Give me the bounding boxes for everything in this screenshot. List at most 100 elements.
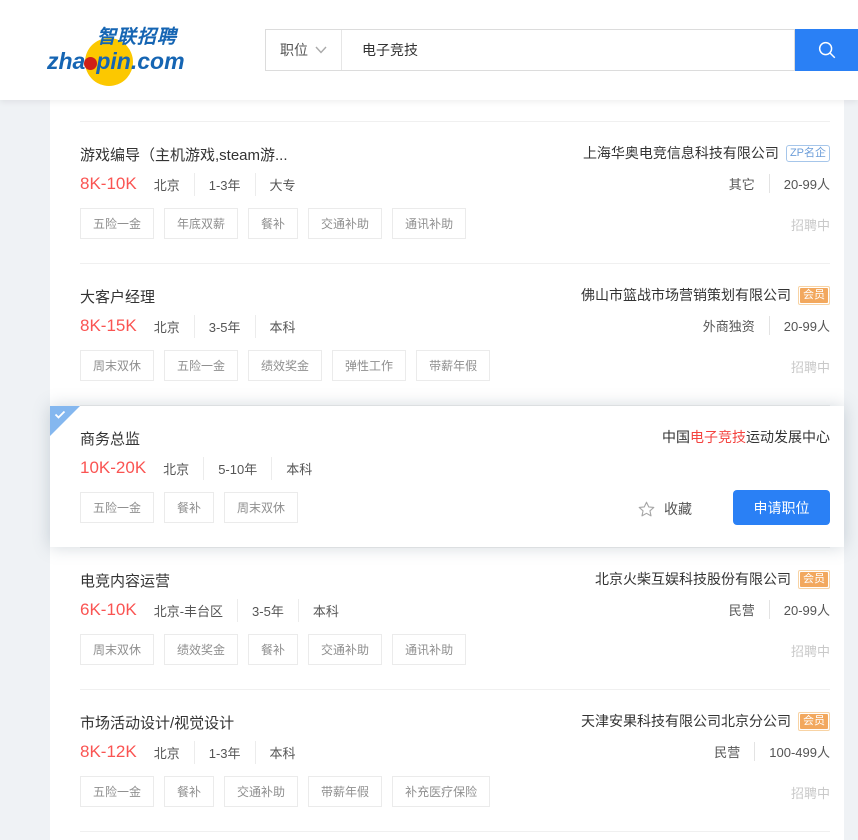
- logo-en-prefix: zha: [47, 48, 85, 74]
- apply-button[interactable]: 申请职位: [733, 490, 830, 525]
- company-type: 民营: [729, 600, 770, 619]
- salary: 10K-20K: [80, 458, 146, 478]
- logo-en-text: zha pin.com: [47, 48, 185, 75]
- benefit-tag: 通讯补助: [392, 208, 466, 239]
- job-city: 北京-丰台区: [154, 599, 237, 622]
- vip-member-badge: 会员: [798, 286, 830, 305]
- benefit-tag: 交通补助: [308, 634, 382, 665]
- site-header: 智联招聘 zha pin.com 职位: [0, 0, 858, 100]
- zp-famous-badge: ZP名企: [786, 145, 830, 162]
- job-education: 本科: [255, 741, 310, 764]
- recruiting-status: 招聘中: [791, 215, 830, 234]
- benefit-tag: 五险一金: [80, 492, 154, 523]
- benefit-tag: 绩效奖金: [248, 350, 322, 381]
- company-name[interactable]: 北京火柴互娱科技股份有限公司: [595, 569, 791, 589]
- search-button[interactable]: [795, 29, 858, 71]
- vip-member-badge: 会员: [798, 712, 830, 731]
- job-education: 本科: [271, 457, 326, 480]
- job-city: 北京: [154, 315, 194, 338]
- company-name[interactable]: 佛山市篮战市场营销策划有限公司: [581, 285, 791, 305]
- benefit-tag: 周末双休: [224, 492, 298, 523]
- salary: 8K-10K: [80, 174, 137, 194]
- zhaopin-logo[interactable]: 智联招聘 zha pin.com: [45, 16, 193, 86]
- favorite-button[interactable]: 收藏: [637, 499, 692, 519]
- benefit-tag: 绩效奖金: [164, 634, 238, 665]
- job-city: 北京: [154, 741, 194, 764]
- company-name[interactable]: 中国电子竞技运动发展中心: [662, 427, 830, 447]
- benefit-tag: 五险一金: [80, 208, 154, 239]
- salary: 8K-12K: [80, 742, 137, 762]
- benefit-tag: 带薪年假: [308, 776, 382, 807]
- company-size: 20-99人: [770, 600, 830, 619]
- job-results-panel: 游戏编导（主机游戏,steam游... 上海华奥电竞信息科技有限公司 ZP名企 …: [50, 100, 844, 840]
- benefit-tag: 餐补: [164, 492, 214, 523]
- benefit-tag: 五险一金: [164, 350, 238, 381]
- corner-check-icon: [54, 410, 66, 420]
- benefit-tag: 通讯补助: [392, 634, 466, 665]
- salary: 8K-15K: [80, 316, 137, 336]
- company-name-highlight: 电子竞技: [690, 429, 746, 445]
- logo-cn-text: 智联招聘: [97, 22, 177, 49]
- job-experience: 3-5年: [237, 599, 298, 622]
- job-title[interactable]: 大客户经理: [80, 286, 155, 307]
- benefit-tag: 补充医疗保险: [392, 776, 490, 807]
- company-size: 100-499人: [755, 742, 830, 761]
- job-education: 本科: [255, 315, 310, 338]
- benefit-tag: 周末双休: [80, 350, 154, 381]
- search-input[interactable]: [342, 30, 794, 70]
- benefit-tag: 年底双薪: [164, 208, 238, 239]
- job-card[interactable]: 大客户经理 佛山市篮战市场营销策划有限公司 会员 8K-15K 北京 3-5年 …: [50, 264, 844, 405]
- search-icon: [816, 39, 838, 61]
- benefit-tag: 餐补: [248, 208, 298, 239]
- chevron-down-icon: [315, 46, 327, 54]
- benefit-tag: 餐补: [248, 634, 298, 665]
- benefit-tag: 餐补: [164, 776, 214, 807]
- company-type: 外商独资: [703, 316, 770, 335]
- job-education: 大专: [255, 173, 310, 196]
- company-type: 其它: [729, 174, 770, 193]
- job-card[interactable]: 游戏编导（主机游戏,steam游... 上海华奥电竞信息科技有限公司 ZP名企 …: [50, 122, 844, 263]
- search-category-dropdown[interactable]: 职位: [266, 30, 342, 70]
- job-title[interactable]: 电竞内容运营: [80, 570, 170, 591]
- vip-member-badge-label: 会员: [800, 288, 828, 303]
- logo-en-suffix: pin.com: [96, 48, 184, 74]
- benefit-tag: 带薪年假: [416, 350, 490, 381]
- job-card[interactable]: 电竞内容运营 北京火柴互娱科技股份有限公司 会员 6K-10K 北京-丰台区 3…: [50, 548, 844, 689]
- search-category-label: 职位: [280, 40, 308, 60]
- star-icon: [637, 500, 656, 519]
- company-name-suffix: 运动发展中心: [746, 429, 830, 445]
- job-title[interactable]: 商务总监: [80, 428, 140, 449]
- favorite-label: 收藏: [664, 499, 692, 519]
- vip-member-badge-label: 会员: [800, 714, 828, 729]
- recruiting-status: 招聘中: [791, 641, 830, 660]
- benefit-tag: 周末双休: [80, 634, 154, 665]
- benefit-tag: 弹性工作: [332, 350, 406, 381]
- job-experience: 1-3年: [194, 741, 255, 764]
- company-type: 民营: [714, 742, 755, 761]
- job-card[interactable]: 市场活动设计/视觉设计 天津安果科技有限公司北京分公司 会员 8K-12K 北京…: [50, 690, 844, 831]
- job-city: 北京: [154, 173, 194, 196]
- vip-member-badge-label: 会员: [800, 572, 828, 587]
- company-name[interactable]: 天津安果科技有限公司北京分公司: [581, 711, 791, 731]
- salary: 6K-10K: [80, 600, 137, 620]
- job-experience: 3-5年: [194, 315, 255, 338]
- benefit-tag: 交通补助: [224, 776, 298, 807]
- company-name[interactable]: 上海华奥电竞信息科技有限公司: [583, 143, 779, 163]
- job-experience: 1-3年: [194, 173, 255, 196]
- company-name-prefix: 中国: [662, 429, 690, 445]
- job-card-hovered[interactable]: 商务总监 中国电子竞技运动发展中心 10K-20K 北京 5-10年 本科 五险…: [50, 406, 844, 547]
- list-divider: [80, 831, 830, 832]
- job-title[interactable]: 游戏编导（主机游戏,steam游...: [80, 144, 288, 165]
- job-title[interactable]: 市场活动设计/视觉设计: [80, 712, 234, 733]
- vip-member-badge: 会员: [798, 570, 830, 589]
- job-experience: 5-10年: [203, 457, 271, 480]
- job-city: 北京: [163, 457, 203, 480]
- recruiting-status: 招聘中: [791, 783, 830, 802]
- benefit-tag: 交通补助: [308, 208, 382, 239]
- search-bar: 职位: [265, 29, 795, 71]
- company-size: 20-99人: [770, 174, 830, 193]
- recruiting-status: 招聘中: [791, 357, 830, 376]
- job-education: 本科: [298, 599, 353, 622]
- benefit-tag: 五险一金: [80, 776, 154, 807]
- company-size: 20-99人: [770, 316, 830, 335]
